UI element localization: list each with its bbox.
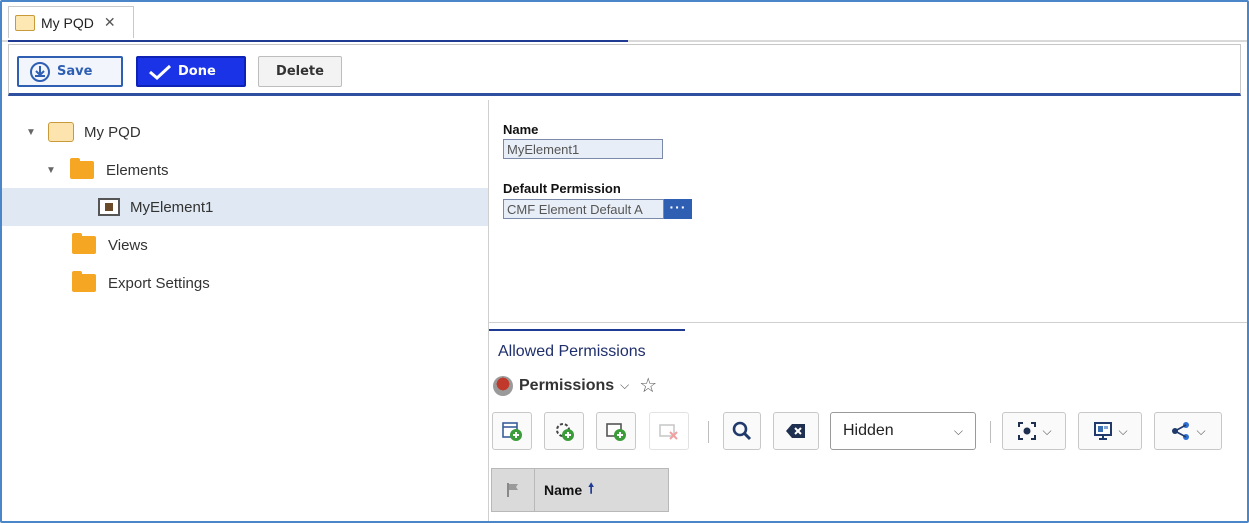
search-icon bbox=[732, 421, 752, 441]
chevron-down-icon: ⌵ bbox=[1042, 423, 1052, 438]
save-button[interactable]: Save bbox=[17, 56, 123, 87]
caret-down-icon[interactable]: ▼ bbox=[44, 165, 58, 176]
focus-icon bbox=[1018, 422, 1037, 440]
add-record-icon bbox=[502, 422, 522, 441]
tree-item-label: MyElement1 bbox=[130, 198, 214, 216]
chevron-down-icon: ⌵ bbox=[953, 423, 963, 438]
new-record-button[interactable] bbox=[492, 412, 532, 450]
toolbar-separator bbox=[708, 421, 709, 443]
name-column-header[interactable]: Name 🠕 bbox=[535, 468, 669, 512]
tree-item-label: My PQD bbox=[84, 123, 141, 141]
tree-item-label: Elements bbox=[106, 161, 169, 179]
permissions-view-label: Permissions bbox=[519, 376, 615, 394]
share-icon bbox=[1172, 422, 1190, 440]
window-add-icon bbox=[606, 423, 626, 441]
default-permission-label: Default Permission bbox=[503, 181, 621, 196]
done-button[interactable]: Done bbox=[136, 56, 246, 87]
permissions-view-selector[interactable]: Permissions ⌵ ☆ bbox=[493, 373, 657, 398]
display-options-button[interactable]: ⌵ bbox=[1078, 412, 1142, 450]
folder-icon bbox=[72, 233, 96, 254]
element-icon bbox=[98, 198, 120, 216]
visibility-select[interactable]: Hidden ⌵ bbox=[830, 412, 976, 450]
remove-icon bbox=[659, 424, 678, 440]
permission-shield-icon bbox=[493, 375, 513, 396]
caret-down-icon[interactable]: ▼ bbox=[24, 127, 38, 138]
search-button[interactable] bbox=[723, 412, 761, 450]
chevron-down-icon: ⌵ bbox=[1118, 423, 1128, 438]
view-options-button[interactable]: ⌵ bbox=[1002, 412, 1066, 450]
share-button[interactable]: ⌵ bbox=[1154, 412, 1222, 450]
folder-icon bbox=[70, 158, 94, 179]
flag-icon bbox=[507, 483, 518, 497]
tab-bar: My PQD ✕ bbox=[2, 2, 1247, 42]
pqd-icon bbox=[15, 14, 35, 31]
remove-item-button[interactable] bbox=[649, 412, 689, 450]
gear-add-icon bbox=[556, 423, 574, 441]
name-label: Name bbox=[503, 122, 539, 137]
delete-button[interactable]: Delete bbox=[258, 56, 342, 87]
name-field[interactable] bbox=[503, 139, 663, 159]
allowed-permissions-panel: Allowed Permissions Permissions ⌵ ☆ Hidd… bbox=[489, 323, 1247, 521]
allowed-permissions-title[interactable]: Allowed Permissions bbox=[498, 343, 646, 361]
checkmark-icon bbox=[149, 64, 172, 80]
toolbar-separator bbox=[990, 421, 991, 443]
permissions-grid-header: Name 🠕 bbox=[491, 468, 669, 512]
visibility-select-value: Hidden bbox=[843, 422, 894, 439]
sort-ascending-icon: 🠕 bbox=[588, 480, 595, 496]
monitor-icon bbox=[1094, 422, 1113, 440]
delete-button-label: Delete bbox=[276, 64, 324, 79]
save-button-label: Save bbox=[57, 64, 93, 79]
explorer-tree: ▼ My PQD ▼ Elements MyElement1 Views Exp… bbox=[2, 100, 488, 521]
backspace-icon bbox=[786, 424, 805, 438]
done-button-label: Done bbox=[178, 64, 216, 79]
star-icon[interactable]: ☆ bbox=[639, 373, 657, 398]
new-setting-button[interactable] bbox=[544, 412, 584, 450]
tree-item-my-pqd[interactable]: ▼ My PQD bbox=[2, 113, 488, 151]
clear-filter-button[interactable] bbox=[773, 412, 819, 450]
flag-column-header[interactable] bbox=[491, 468, 535, 512]
perm-tab-accent bbox=[489, 329, 685, 331]
folder-icon bbox=[72, 271, 96, 292]
pqd-icon bbox=[48, 122, 74, 142]
save-icon bbox=[30, 61, 50, 82]
tab-label: My PQD bbox=[41, 14, 94, 31]
tree-item-elements[interactable]: ▼ Elements bbox=[2, 151, 488, 189]
tree-item-label: Export Settings bbox=[108, 274, 210, 292]
browse-permission-button[interactable]: ··· bbox=[664, 199, 692, 219]
chevron-down-icon: ⌵ bbox=[1196, 423, 1206, 438]
tree-item-views[interactable]: Views bbox=[2, 226, 488, 264]
properties-panel: Name Default Permission ··· bbox=[489, 100, 1247, 322]
tab-my-pqd[interactable]: My PQD ✕ bbox=[8, 6, 134, 38]
main-toolbar: Save Done Delete bbox=[8, 44, 1241, 96]
add-item-button[interactable] bbox=[596, 412, 636, 450]
chevron-down-icon[interactable]: ⌵ bbox=[620, 378, 629, 393]
tree-item-label: Views bbox=[108, 236, 148, 254]
tree-item-export-settings[interactable]: Export Settings bbox=[2, 264, 488, 302]
default-permission-field[interactable] bbox=[503, 199, 664, 219]
tab-bar-accent bbox=[8, 40, 628, 42]
tree-item-myelement1[interactable]: MyElement1 bbox=[2, 188, 488, 226]
name-column-label: Name bbox=[544, 482, 583, 498]
close-icon[interactable]: ✕ bbox=[104, 14, 116, 31]
